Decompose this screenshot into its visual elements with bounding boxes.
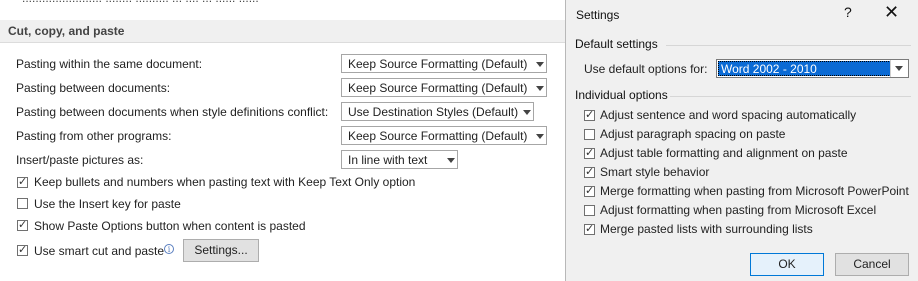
row-label-between-documents: Pasting between documents: bbox=[16, 81, 171, 95]
chevron-down-icon[interactable] bbox=[890, 60, 908, 77]
checkbox-merge-lists[interactable] bbox=[584, 222, 595, 235]
cancel-button[interactable]: Cancel bbox=[835, 253, 909, 276]
section-title: Cut, copy, and paste bbox=[8, 24, 125, 38]
dropdown-value: Keep Source Formatting (Default) bbox=[348, 57, 528, 71]
divider bbox=[666, 45, 911, 46]
clipped-text: ........................ ........ ......… bbox=[22, 0, 259, 5]
dropdown-value: Keep Source Formatting (Default) bbox=[348, 129, 528, 143]
use-default-label: Use default options for: bbox=[584, 62, 708, 76]
checkbox-adjust-excel[interactable] bbox=[584, 205, 595, 216]
checkbox-label: Smart style behavior bbox=[600, 165, 710, 179]
settings-button[interactable]: Settings... bbox=[183, 239, 259, 262]
checkbox-label: Merge pasted lists with surrounding list… bbox=[600, 222, 813, 236]
dropdown-style-conflict[interactable]: Use Destination Styles (Default) bbox=[341, 102, 534, 121]
checkbox-label: Adjust table formatting and alignment on… bbox=[600, 146, 848, 160]
help-icon[interactable]: ? bbox=[844, 4, 852, 20]
dropdown-value: In line with text bbox=[348, 153, 428, 167]
row-label-other-programs: Pasting from other programs: bbox=[16, 129, 172, 143]
divider bbox=[670, 96, 911, 97]
checkbox-insert-key[interactable] bbox=[17, 198, 28, 209]
checkbox-paste-options-button[interactable] bbox=[17, 218, 28, 231]
row-label-style-conflict: Pasting between documents when style def… bbox=[16, 105, 329, 119]
checkbox-label: Merge formatting when pasting from Micro… bbox=[600, 184, 909, 198]
checkbox-label: Use the Insert key for paste bbox=[34, 197, 181, 211]
checkbox-paragraph-spacing[interactable] bbox=[584, 129, 595, 140]
clipped-top-text: ........................ ........ ......… bbox=[0, 0, 565, 6]
dropdown-pictures[interactable]: In line with text bbox=[341, 150, 458, 169]
dialog-title: Settings bbox=[576, 8, 620, 22]
checkbox-label: Adjust formatting when pasting from Micr… bbox=[600, 203, 877, 217]
dropdown-value: Keep Source Formatting (Default) bbox=[348, 81, 528, 95]
group-title-individual: Individual options bbox=[575, 88, 668, 102]
dropdown-value: Use Destination Styles (Default) bbox=[348, 105, 519, 119]
default-options-combobox[interactable]: Word 2002 - 2010 bbox=[716, 59, 909, 78]
combobox-selected-value: Word 2002 - 2010 bbox=[718, 61, 891, 76]
checkbox-label: Adjust sentence and word spacing automat… bbox=[600, 108, 857, 122]
section-header: Cut, copy, and paste bbox=[0, 20, 565, 43]
ok-button[interactable]: OK bbox=[750, 253, 824, 276]
close-icon[interactable]: ✕ bbox=[884, 2, 899, 23]
checkbox-merge-powerpoint[interactable] bbox=[584, 184, 595, 197]
checkbox-keep-bullets[interactable] bbox=[17, 175, 28, 188]
dropdown-other-programs[interactable]: Keep Source Formatting (Default) bbox=[341, 126, 547, 145]
checkbox-label: Adjust paragraph spacing on paste bbox=[600, 127, 786, 141]
row-label-pictures: Insert/paste pictures as: bbox=[16, 153, 144, 167]
checkbox-smart-cut-paste[interactable] bbox=[17, 243, 28, 256]
checkbox-table-formatting[interactable] bbox=[584, 146, 595, 159]
checkbox-label: Keep bullets and numbers when pasting te… bbox=[34, 175, 416, 189]
checkbox-sentence-spacing[interactable] bbox=[584, 108, 595, 121]
dropdown-between-documents[interactable]: Keep Source Formatting (Default) bbox=[341, 78, 547, 97]
checkbox-label: Use smart cut and paste bbox=[34, 244, 165, 258]
dropdown-same-document[interactable]: Keep Source Formatting (Default) bbox=[341, 54, 547, 73]
checkbox-smart-style[interactable] bbox=[584, 165, 595, 178]
info-icon: i bbox=[164, 244, 174, 254]
checkbox-label: Show Paste Options button when content i… bbox=[34, 219, 306, 233]
settings-dialog: Settings ? ✕ Default settings Use defaul… bbox=[565, 0, 918, 281]
group-title-default: Default settings bbox=[575, 37, 658, 51]
row-label-same-document: Pasting within the same document: bbox=[16, 57, 203, 71]
